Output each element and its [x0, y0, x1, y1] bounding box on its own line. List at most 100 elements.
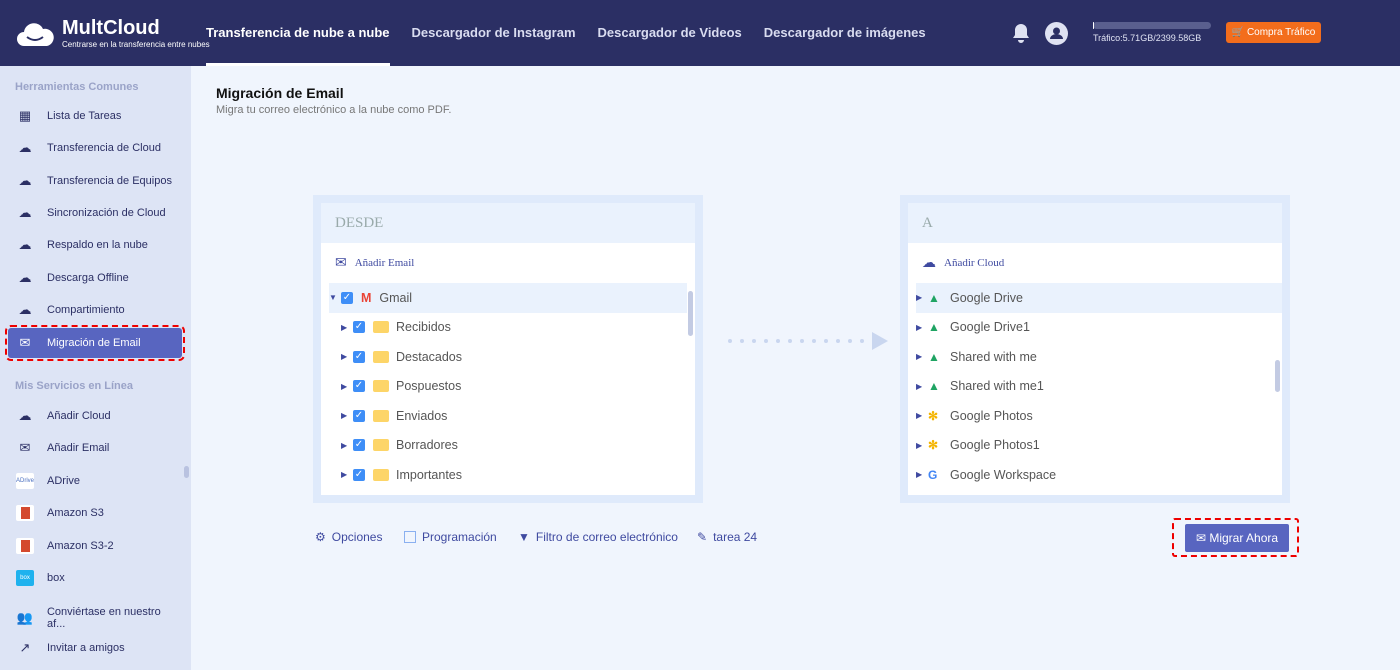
tree-item-folder[interactable]: ▶ ✓ Recibidos	[329, 313, 687, 343]
label: Gmail	[379, 290, 413, 305]
sidebar-item-box[interactable]: box box	[8, 563, 182, 593]
tree-item-cloud[interactable]: ▶ ▲ Google Drive	[916, 283, 1282, 313]
tree-item-cloud[interactable]: ▶ ▲ Shared with me	[916, 342, 1282, 372]
box-icon: box	[16, 570, 34, 586]
caret-right-icon[interactable]: ▶	[341, 382, 353, 391]
nav-instagram-downloader[interactable]: Descargador de Instagram	[412, 0, 576, 66]
label: Pospuestos	[396, 379, 462, 394]
caret-right-icon[interactable]: ▶	[341, 470, 353, 479]
destination-scrollbar[interactable]	[1275, 360, 1280, 392]
sidebar-item-cloud-transfer[interactable]: ☁ Transferencia de Cloud	[8, 133, 182, 163]
checkbox-checked[interactable]: ✓	[353, 380, 365, 393]
caret-right-icon[interactable]: ▶	[916, 352, 928, 361]
destination-panel: A ☁ Añadir Cloud ▶ ▲ Google Drive ▶ ▲ Google D…	[900, 195, 1290, 503]
migrate-highlight: ✉ Migrar Ahora	[1172, 518, 1299, 557]
folder-icon	[373, 468, 389, 481]
google-drive-icon: ▲	[928, 379, 940, 394]
caret-right-icon[interactable]: ▶	[916, 441, 928, 450]
caret-right-icon[interactable]: ▶	[341, 441, 353, 450]
sidebar-item-add-email[interactable]: ✉ Añadir Email	[8, 433, 182, 463]
email-filter-button[interactable]: ▼ Filtro de correo electrónico	[518, 530, 678, 544]
buy-traffic-button[interactable]: 🛒 Compra Tráfico	[1226, 22, 1321, 43]
label: Programación	[422, 530, 497, 544]
label: Migrar Ahora	[1209, 531, 1279, 545]
buy-label: Compra Tráfico	[1246, 27, 1316, 38]
cart-icon: 🛒	[1231, 27, 1247, 38]
label: Invitar a amigos	[47, 642, 125, 654]
checkbox-checked[interactable]: ✓	[353, 468, 365, 481]
sidebar-item-team-transfer[interactable]: ☁ Transferencia de Equipos	[8, 166, 182, 196]
add-cloud-button[interactable]: ☁ Añadir Cloud	[908, 243, 1282, 283]
tree-item-cloud[interactable]: ▶ G Google Workspace	[916, 460, 1282, 490]
add-email-icon: ✉	[19, 440, 31, 455]
folder-icon	[373, 380, 389, 393]
nav-cloud-transfer[interactable]: Transferencia de nube a nube	[206, 0, 390, 66]
label: Transferencia de Cloud	[47, 142, 161, 154]
nav-video-downloader[interactable]: Descargador de Videos	[598, 0, 742, 66]
checkbox-checked[interactable]: ✓	[353, 321, 365, 334]
sidebar-item-cloud-sync[interactable]: ☁ Sincronización de Cloud	[8, 198, 182, 228]
nav-image-downloader[interactable]: Descargador de imágenes	[764, 0, 926, 66]
tree-item-folder[interactable]: ▶ ✓ Enviados	[329, 401, 687, 431]
tree-item-gmail[interactable]: ▼ ✓ M Gmail	[329, 283, 687, 313]
caret-right-icon[interactable]: ▶	[341, 323, 353, 332]
sidebar-item-amazon-s3[interactable]: Amazon S3	[8, 498, 182, 528]
migrate-now-button[interactable]: ✉ Migrar Ahora	[1185, 524, 1289, 552]
google-photos-icon: ✻	[928, 438, 939, 453]
sidebar-item-invite[interactable]: ↗ Invitar a amigos	[8, 633, 182, 663]
source-scrollbar[interactable]	[688, 291, 693, 336]
tree-item-folder[interactable]: ▶ ✓ Pospuestos	[329, 372, 687, 402]
sidebar-item-add-cloud[interactable]: ☁ Añadir Cloud	[8, 401, 182, 431]
sidebar-item-email-migration[interactable]: ✉ Migración de Email	[5, 325, 185, 361]
google-photos-icon: ✻	[928, 408, 939, 423]
label: Migración de Email	[47, 337, 141, 349]
label: box	[47, 572, 65, 584]
tree-item-folder[interactable]: ▶ ✓ Importantes	[329, 460, 687, 490]
google-workspace-icon: G	[928, 467, 938, 482]
checkbox-checked[interactable]: ✓	[353, 439, 365, 452]
caret-right-icon[interactable]: ▶	[916, 411, 928, 420]
folder-icon	[373, 321, 389, 334]
caret-right-icon[interactable]: ▶	[916, 470, 928, 479]
sidebar-scrollbar[interactable]	[184, 466, 189, 478]
label: tarea 24	[713, 530, 758, 544]
brand-name: MultCloud	[62, 17, 160, 39]
sidebar-item-affiliate[interactable]: 👥 Conviértase en nuestro af...	[8, 603, 182, 633]
caret-right-icon[interactable]: ▶	[341, 411, 353, 420]
logo[interactable]: MultCloud Centrarse en la transferencia e…	[16, 18, 210, 49]
tree-item-folder[interactable]: ▶ ✓ Borradores	[329, 431, 687, 461]
tree-item-cloud[interactable]: ▶ ▲ Google Drive1	[916, 313, 1282, 343]
tree-item-cloud[interactable]: ▶ ✻ Google Photos1	[916, 431, 1282, 461]
bell-icon[interactable]	[1012, 23, 1030, 43]
caret-right-icon[interactable]: ▶	[341, 352, 353, 361]
sidebar-item-offline-download[interactable]: ☁ Descarga Offline	[8, 263, 182, 293]
task-name-field[interactable]: ✎ tarea 24	[697, 530, 757, 544]
label: Google Workspace	[950, 467, 1057, 482]
caret-right-icon[interactable]: ▶	[916, 323, 928, 332]
caret-right-icon[interactable]: ▶	[916, 382, 928, 391]
sidebar-item-cloud-backup[interactable]: ☁ Respaldo en la nube	[8, 230, 182, 260]
label: Borradores	[396, 438, 458, 453]
checkbox-checked[interactable]: ✓	[341, 291, 353, 304]
amazon-s3-icon	[16, 538, 34, 554]
sidebar-item-adrive[interactable]: ADrive ADrive	[8, 466, 182, 496]
sidebar-item-task-list[interactable]: ▦ Lista de Tareas	[8, 101, 182, 131]
schedule-checkbox[interactable]: Programación	[404, 530, 497, 544]
options-button[interactable]: ⚙ Opciones	[315, 530, 382, 544]
traffic-text: Tráfico:5.71GB/2399.58GB	[1093, 33, 1202, 43]
tree-item-folder[interactable]: ▶ ✓ Destacados	[329, 342, 687, 372]
traffic-bar	[1093, 22, 1211, 29]
avatar[interactable]	[1045, 22, 1068, 45]
folder-icon	[373, 409, 389, 422]
checkbox-checked[interactable]: ✓	[353, 409, 365, 422]
google-drive-icon: ▲	[928, 290, 940, 305]
tree-item-cloud[interactable]: ▶ ▲ Shared with me1	[916, 372, 1282, 402]
sidebar-item-amazon-s3-2[interactable]: Amazon S3-2	[8, 531, 182, 561]
caret-right-icon[interactable]: ▶	[916, 293, 928, 302]
tree-item-cloud[interactable]: ▶ ✻ Google Photos	[916, 401, 1282, 431]
checkbox-checked[interactable]: ✓	[353, 350, 365, 363]
cloud-logo-icon	[17, 22, 54, 46]
add-email-button[interactable]: ✉ Añadir Email	[321, 243, 695, 283]
caret-down-icon[interactable]: ▼	[329, 293, 341, 302]
sidebar-item-share[interactable]: ☁ Compartimiento	[8, 295, 182, 325]
